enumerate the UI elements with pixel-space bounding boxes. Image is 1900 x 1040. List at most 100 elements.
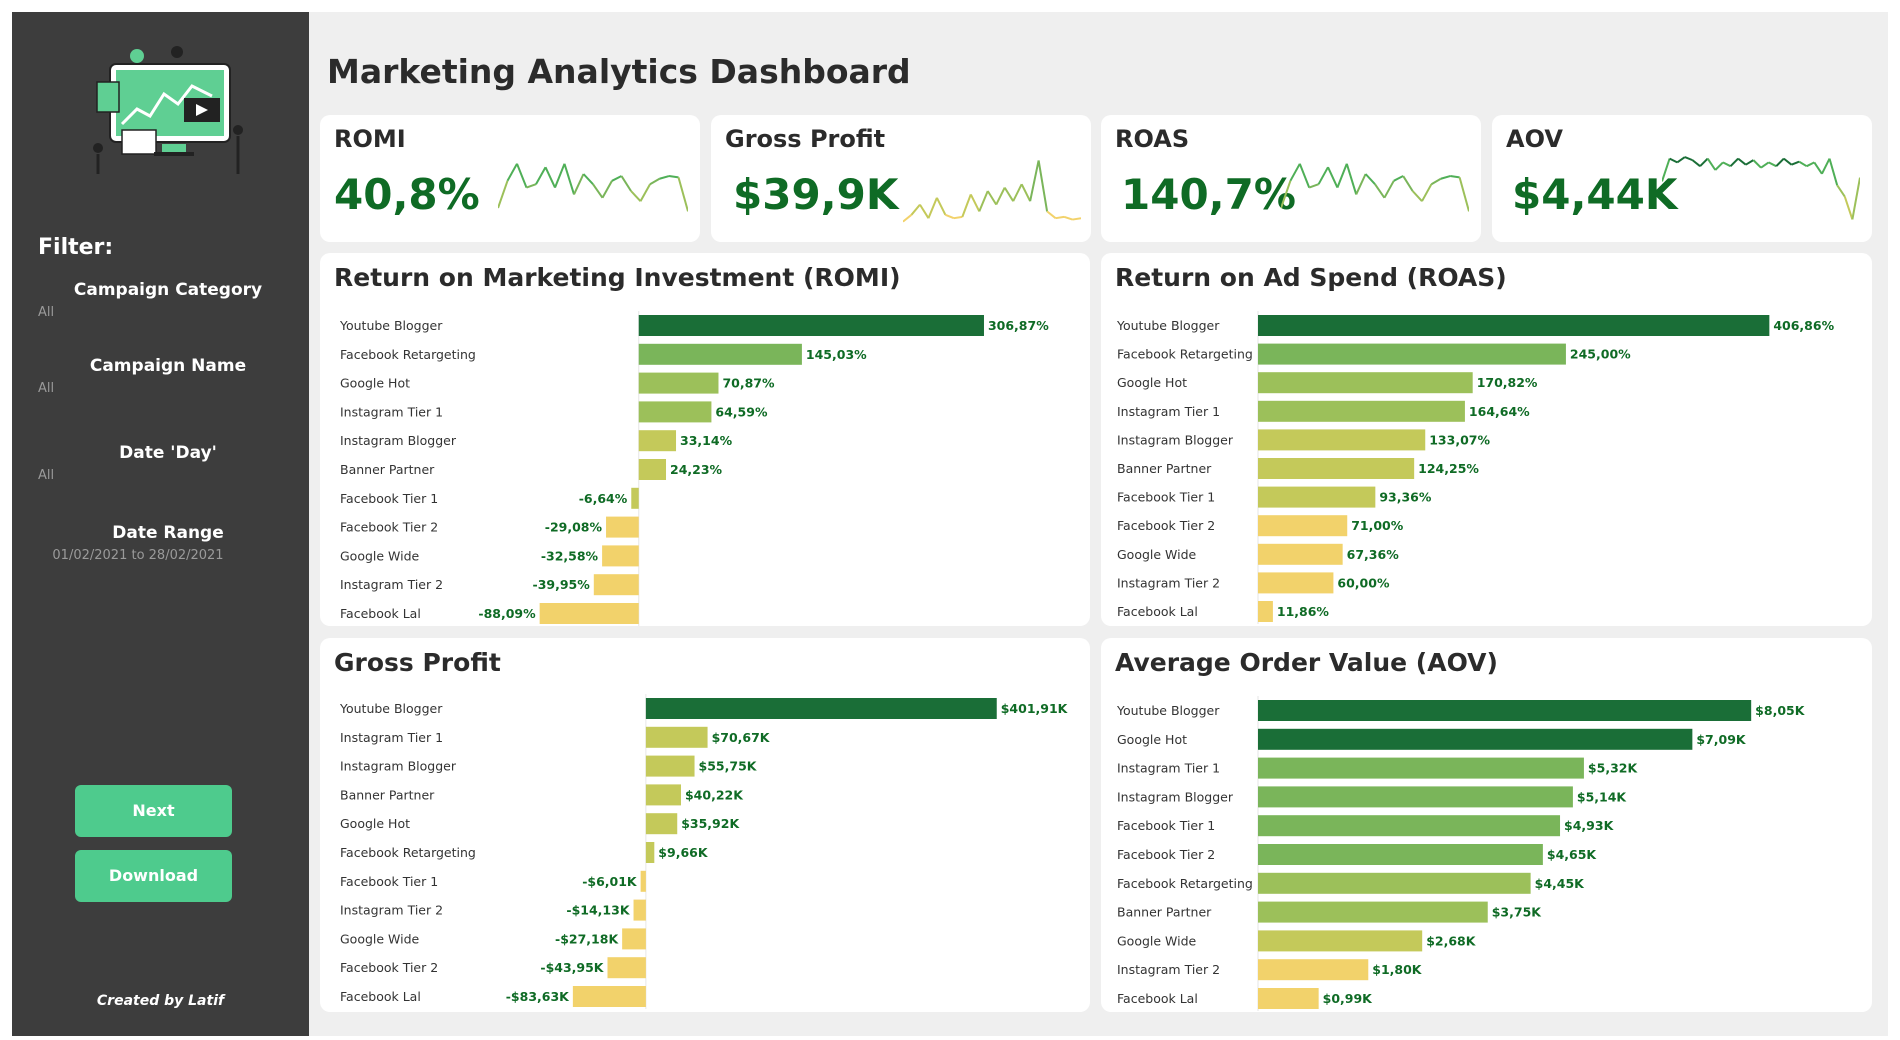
bar[interactable] [622,928,646,950]
bar[interactable] [1258,572,1334,594]
bar[interactable] [638,401,712,423]
sparkline-segment [620,175,632,192]
data-label: 306,87% [988,318,1049,333]
category-label: Google Hot [1117,732,1187,747]
sparkline-segment [1669,157,1678,164]
bar[interactable] [638,343,802,365]
kpi-value: 140,7% [1121,170,1296,219]
sparkline-segment [945,213,955,220]
kpi-title: ROMI [334,125,406,153]
bar[interactable] [1258,515,1348,537]
category-label: Facebook Lal [340,606,421,621]
category-label: Google Hot [1117,375,1187,390]
category-label: Google Wide [340,548,420,563]
data-label: $40,22K [685,787,744,802]
data-label: -$83,63K [506,989,570,1004]
page-title: Marketing Analytics Dashboard [327,52,911,91]
bar[interactable] [638,430,677,452]
bar[interactable] [539,603,639,624]
bar[interactable] [645,726,708,748]
data-label: $9,66K [658,845,709,860]
sparkline-segment [516,163,528,188]
sparkline-segment [953,215,963,220]
bar[interactable] [645,755,695,777]
data-label: -32,58% [541,548,599,563]
bar[interactable] [606,516,639,538]
data-label: -6,64% [579,491,628,506]
bar[interactable] [1258,372,1473,394]
bar[interactable] [645,842,655,863]
kpi-card-romi: ROMI 40,8% [320,115,700,242]
bar[interactable] [1258,728,1693,750]
bar[interactable] [638,459,667,480]
sparkline-segment [995,187,1006,206]
bar[interactable] [1258,601,1273,622]
bar[interactable] [1258,786,1573,808]
bar[interactable] [645,784,681,806]
data-label: 245,00% [1570,347,1631,362]
sparkline-segment [1752,159,1762,169]
kpi-card-aov: AOV $4,44K [1492,115,1872,242]
kpi-value: $39,9K [733,170,899,219]
bar[interactable] [1258,543,1343,565]
bar[interactable] [640,870,646,892]
filter-campaign-name-label[interactable]: Campaign Name [38,356,298,376]
filter-campaign-name-value[interactable]: All [38,381,54,396]
bar[interactable] [1258,400,1465,422]
bar[interactable] [1258,486,1376,508]
bar[interactable] [1258,700,1752,721]
bar[interactable] [1258,930,1423,952]
data-label: -$6,01K [582,874,638,889]
gross-profit-chart-card: Gross Profit Youtube Blogger $401,91K Inst… [320,638,1090,1012]
sparkline-segment [1308,183,1319,189]
bar[interactable] [1258,315,1770,336]
sparkline-segment [969,193,981,212]
bar[interactable] [593,574,639,596]
bar[interactable] [1258,959,1369,981]
category-label: Facebook Tier 1 [340,491,438,506]
filter-date-day-value[interactable]: All [38,468,54,483]
sparkline-segment [506,163,518,182]
sparkline-segment [526,183,537,189]
bar[interactable] [602,545,639,567]
kpi-sparkline [1662,156,1860,220]
bar[interactable] [638,372,719,394]
sparkline-segment [1813,161,1823,175]
category-label: Banner Partner [1117,905,1212,920]
bar[interactable] [572,986,646,1007]
bar[interactable] [638,315,984,336]
data-label: 33,14% [680,433,733,448]
bar[interactable] [1258,988,1319,1009]
bar[interactable] [645,813,678,835]
bar[interactable] [1258,458,1415,479]
bar[interactable] [1258,343,1566,365]
bar[interactable] [1258,872,1531,894]
sparkline-segment [498,180,509,209]
filter-campaign-category-value[interactable]: All [38,305,54,320]
bar[interactable] [1258,757,1584,779]
data-label: 11,86% [1277,604,1330,619]
sparkline-segment [630,190,642,202]
category-label: Facebook Lal [1117,991,1198,1006]
next-button[interactable]: Next [75,785,232,837]
bar[interactable] [1258,844,1543,865]
bar[interactable] [645,698,997,719]
bar[interactable] [1258,429,1426,451]
filter-date-range-value[interactable]: 01/02/2021 to 28/02/2021 [38,548,238,563]
sparkline-segment [1289,163,1301,182]
bar[interactable] [1258,815,1561,837]
sparkline-segment [1383,180,1395,199]
filter-date-range-label[interactable]: Date Range [38,523,298,543]
data-label: -88,09% [478,606,536,621]
bar[interactable] [1258,901,1488,923]
bar[interactable] [607,957,646,979]
bar[interactable] [633,899,646,921]
sparkline-segment [1345,163,1358,195]
filter-date-day-label[interactable]: Date 'Day' [38,443,298,463]
download-button[interactable]: Download [75,850,232,902]
sparkline-segment [1798,160,1808,168]
filter-campaign-category-label[interactable]: Campaign Category [38,280,298,300]
kpi-card-gross-profit: Gross Profit $39,9K [711,115,1091,242]
bar[interactable] [631,487,639,509]
sparkline-segment [1450,175,1460,179]
